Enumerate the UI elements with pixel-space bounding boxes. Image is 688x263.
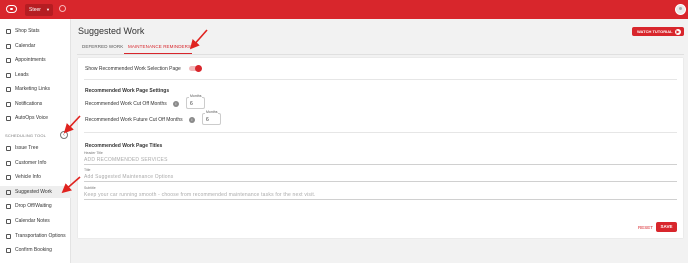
tab-deferred-work[interactable]: DEFERRED WORK [82, 44, 123, 49]
check-icon [6, 247, 11, 253]
sidebar-item-label: Transportation Options [15, 233, 66, 239]
sidebar-item-label: AutoOps Voice [15, 115, 49, 121]
show-selection-page-toggle[interactable] [189, 65, 202, 72]
sidebar-item-label: Customer Info [15, 160, 47, 166]
play-icon: ▶ [675, 28, 681, 35]
title-field[interactable]: Title Add Suggested Maintenance Options [84, 168, 677, 182]
sidebar-item-label: Issue Tree [15, 145, 39, 151]
phone-icon [6, 115, 11, 121]
sidebar-item-autoops-voice[interactable]: AutoOps Voice [0, 112, 71, 124]
subtitle-caption: Subtitle [84, 186, 96, 190]
sidebar-item-label: Suggested Work [15, 189, 52, 195]
watch-tutorial-button[interactable]: WATCH TUTORIAL ▶ [632, 27, 684, 36]
title-caption: Title [84, 168, 91, 172]
future-cutoff-months-caption: Months [205, 110, 219, 114]
future-cutoff-months-label: Recommended Work Future Cut Off Months [85, 117, 183, 123]
gear-icon[interactable] [59, 5, 66, 12]
sidebar-item-drop-off-waiting[interactable]: Drop Off/Waiting [0, 200, 71, 212]
section-label-scheduling-tool: SCHEDULING TOOL [5, 133, 47, 138]
person-icon [6, 160, 11, 166]
bell-icon [6, 101, 11, 107]
divider [84, 132, 677, 133]
sidebar-item-suggested-work[interactable]: Suggested Work [0, 186, 71, 198]
logo-icon[interactable] [6, 5, 17, 13]
sidebar-item-confirm-booking[interactable]: Confirm Booking [0, 244, 71, 256]
sidebar-item-customer-info[interactable]: Customer Info [0, 157, 71, 169]
reset-button[interactable]: RESET [638, 225, 653, 230]
car-icon [6, 174, 11, 180]
sidebar-item-label: Appointments [15, 57, 46, 63]
divider [84, 79, 677, 80]
list-icon [6, 57, 11, 63]
shop-select[interactable]: Steer ▼ [25, 4, 53, 16]
sidebar: Shop Stats Calendar Appointments Leads M… [0, 19, 71, 263]
sidebar-item-calendar[interactable]: Calendar [0, 40, 71, 52]
shop-select-label: Steer [29, 7, 41, 13]
subtitle-field[interactable]: Subtitle Keep your car running smooth - … [84, 186, 677, 200]
tab-divider [77, 54, 684, 55]
cutoff-months-label: Recommended Work Cut Off Months [85, 101, 167, 107]
collapse-sidebar-button[interactable]: ‹ [60, 131, 68, 139]
show-selection-page-label: Show Recommended Work Selection Page [85, 66, 181, 72]
sidebar-item-transportation-options[interactable]: Transportation Options [0, 230, 71, 242]
grid-icon [6, 28, 11, 34]
subtitle-placeholder: Keep your car running smooth - choose fr… [84, 192, 316, 198]
wrench-icon [6, 189, 11, 195]
sidebar-item-calendar-notes[interactable]: Calendar Notes [0, 215, 71, 227]
sidebar-item-label: Notifications [15, 101, 43, 107]
sidebar-item-label: Vehicle Info [15, 174, 41, 180]
clock-icon [6, 203, 11, 209]
active-tab-indicator [124, 53, 192, 54]
avatar[interactable] [675, 4, 686, 15]
settings-card [78, 58, 683, 238]
sidebar-item-label: Drop Off/Waiting [15, 203, 52, 209]
megaphone-icon [6, 72, 11, 78]
watch-tutorial-label: WATCH TUTORIAL [637, 29, 673, 34]
calendar-icon [6, 218, 11, 224]
title-placeholder: Add Suggested Maintenance Options [84, 174, 174, 180]
sidebar-item-shop-stats[interactable]: Shop Stats [0, 25, 71, 37]
tree-icon [6, 145, 11, 151]
sidebar-item-label: Confirm Booking [15, 247, 52, 253]
sidebar-item-marketing-links[interactable]: Marketing Links [0, 83, 71, 95]
sidebar-item-appointments[interactable]: Appointments [0, 54, 71, 66]
chevron-down-icon: ▼ [46, 7, 50, 12]
save-button[interactable]: SAVE [656, 222, 677, 232]
header-title-placeholder: ADD RECOMMENDED SERVICES [84, 157, 168, 163]
info-icon[interactable]: i [189, 117, 195, 123]
sidebar-item-label: Marketing Links [15, 86, 51, 92]
page-title: Suggested Work [78, 26, 145, 36]
header-title-caption: Header Title [84, 151, 103, 155]
tab-maintenance-reminders[interactable]: MAINTENANCE REMINDERS [128, 44, 191, 49]
header-title-field[interactable]: Header Title ADD RECOMMENDED SERVICES [84, 151, 677, 165]
cutoff-months-value: 6 [190, 101, 193, 107]
cutoff-months-caption: Months [189, 94, 203, 98]
sidebar-item-leads[interactable]: Leads [0, 69, 71, 81]
sidebar-item-label: Calendar Notes [15, 218, 50, 224]
sidebar-item-issue-tree[interactable]: Issue Tree [0, 142, 71, 154]
settings-heading: Recommended Work Page Settings [85, 88, 170, 94]
sidebar-item-label: Leads [15, 72, 29, 78]
info-icon[interactable]: i [173, 101, 179, 107]
sidebar-item-notifications[interactable]: Notifications [0, 98, 71, 110]
cutoff-months-input[interactable]: Months 6 [186, 94, 205, 109]
future-cutoff-months-value: 6 [206, 117, 209, 123]
grid-icon [6, 86, 11, 92]
sidebar-item-label: Shop Stats [15, 28, 40, 34]
future-cutoff-months-input[interactable]: Months 6 [202, 110, 221, 125]
top-bar: Steer ▼ [0, 0, 688, 19]
sidebar-item-vehicle-info[interactable]: Vehicle Info [0, 171, 71, 183]
titles-heading: Recommended Work Page Titles [85, 143, 163, 149]
sidebar-item-label: Calendar [15, 43, 36, 49]
calendar-icon [6, 43, 11, 49]
bus-icon [6, 233, 11, 239]
annotation-arrow-tab [189, 29, 208, 50]
